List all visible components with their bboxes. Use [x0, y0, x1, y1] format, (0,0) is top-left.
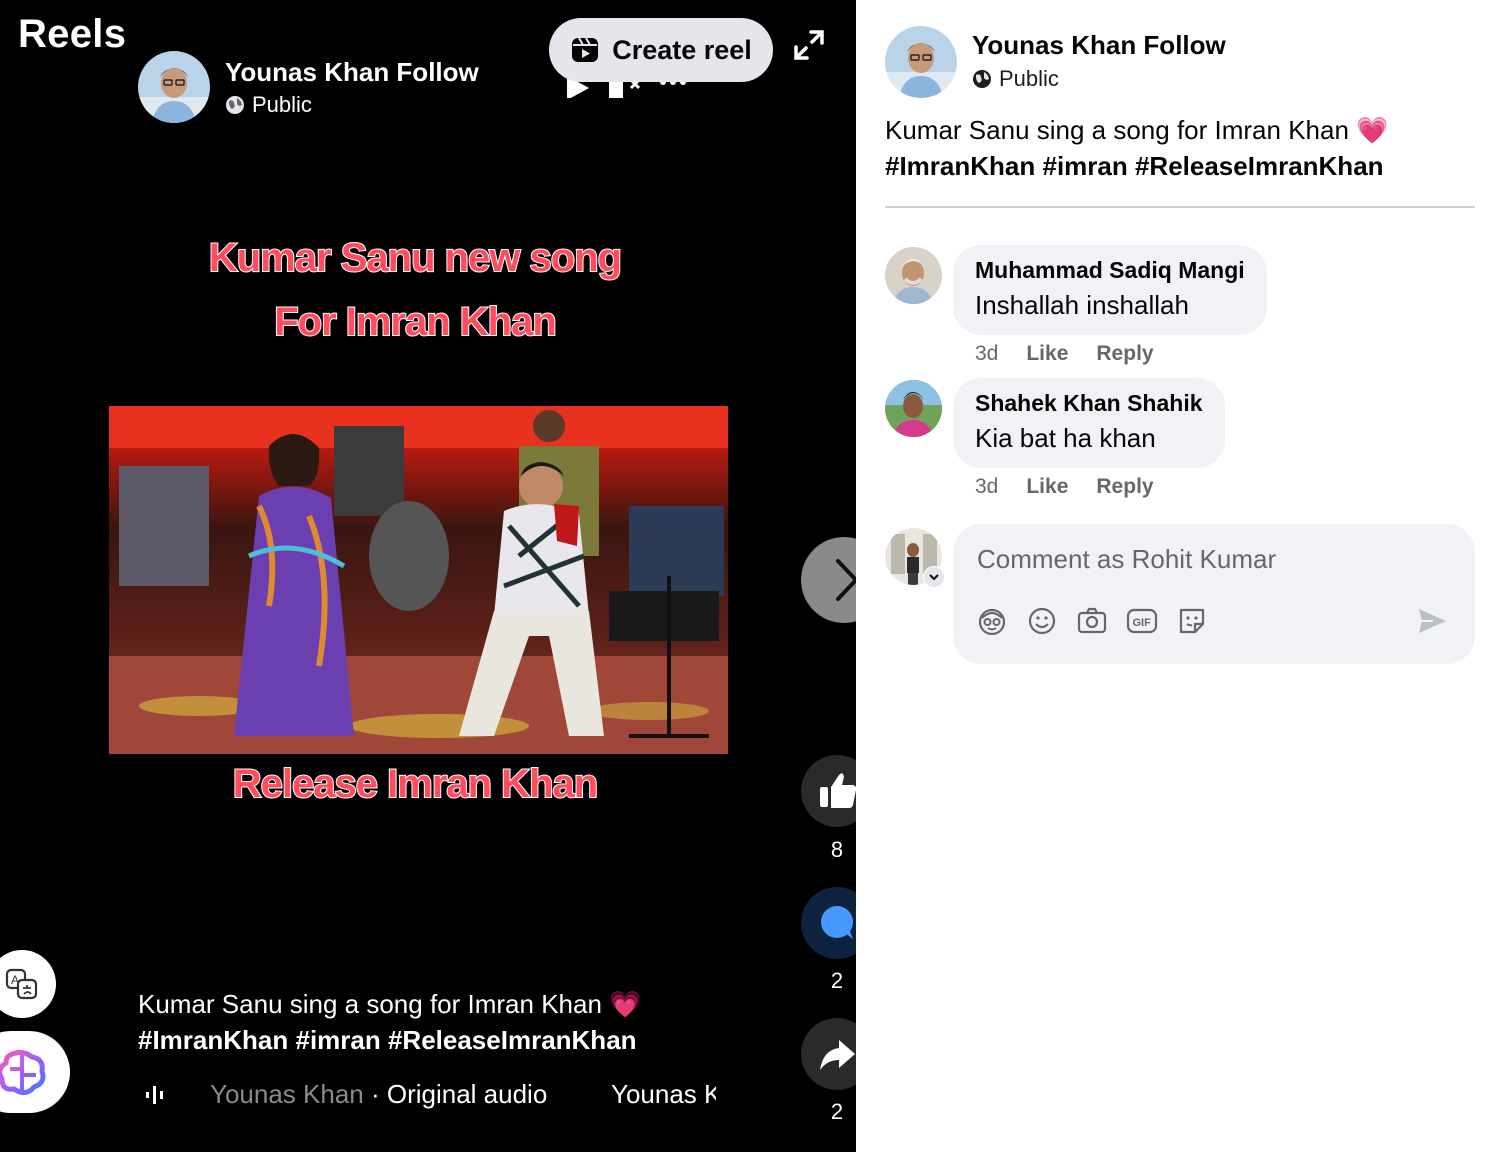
- panel-caption-text: Kumar Sanu sing a song for Imran Khan 💗: [885, 115, 1389, 145]
- commenter-avatar[interactable]: [885, 380, 942, 437]
- panel-author-avatar[interactable]: [885, 26, 957, 98]
- audio-bars-icon: [146, 1086, 163, 1104]
- commenter-name[interactable]: Muhammad Sadiq Mangi: [975, 257, 1245, 284]
- sticker-icon[interactable]: [1175, 604, 1209, 638]
- divider: [885, 206, 1475, 208]
- comments-panel: Younas Khan Follow Public Kumar Sanu sin…: [856, 0, 1498, 1152]
- send-icon[interactable]: [1415, 604, 1449, 638]
- author-avatar[interactable]: [138, 51, 210, 123]
- share-icon: [820, 1040, 855, 1070]
- comment-like-button[interactable]: Like: [1026, 342, 1068, 366]
- comment-count: 2: [830, 968, 844, 993]
- share-count: 2: [830, 1099, 844, 1124]
- panel-author-name[interactable]: Younas Khan Follow: [972, 30, 1226, 61]
- next-reel-button[interactable]: [801, 537, 856, 623]
- author-name[interactable]: Younas Khan Follow: [225, 57, 479, 88]
- camera-icon[interactable]: [1075, 604, 1109, 638]
- globe-icon: [225, 95, 245, 115]
- comment-time[interactable]: 3d: [975, 475, 998, 499]
- comment-button[interactable]: [801, 887, 856, 959]
- create-reel-label: Create reel: [612, 34, 752, 65]
- comment-reply-button[interactable]: Reply: [1096, 342, 1153, 366]
- comment-text: Inshallah inshallah: [975, 290, 1189, 320]
- reel-caption: Kumar Sanu sing a song for Imran Khan 💗 …: [138, 986, 778, 1058]
- commenter-avatar[interactable]: [885, 247, 942, 304]
- comment-composer: GIF: [953, 524, 1475, 664]
- brain-icon: [0, 1049, 46, 1095]
- gif-icon[interactable]: GIF: [1125, 604, 1159, 638]
- thumbs-up-icon: [820, 773, 856, 808]
- privacy-label: Public: [225, 92, 312, 118]
- translate-button[interactable]: A: [0, 950, 56, 1018]
- video-headline-line2: For Imran Khan: [273, 299, 558, 345]
- create-reel-button[interactable]: Create reel: [549, 18, 773, 82]
- svg-text:GIF: GIF: [1133, 617, 1152, 629]
- comment-actions: 3d Like Reply: [975, 475, 1154, 499]
- reel-icon: [572, 37, 599, 62]
- current-user-avatar[interactable]: [885, 528, 945, 588]
- chevron-right-icon: [836, 559, 856, 601]
- panel-privacy-label: Public: [972, 66, 1059, 92]
- audio-label: Younas Khan · Original audio: [210, 1079, 547, 1110]
- page-title: Reels: [18, 12, 127, 56]
- video-headline-line3: Release Imran Khan: [232, 761, 599, 807]
- audio-title: Original audio: [386, 1079, 548, 1109]
- emoji-icon[interactable]: [1025, 604, 1059, 638]
- video-headline-line1: Kumar Sanu new song: [208, 235, 623, 281]
- meta-ai-button[interactable]: [0, 1031, 70, 1113]
- like-button[interactable]: [801, 755, 856, 827]
- panel-caption-hashtags[interactable]: #ImranKhan #imran #ReleaseImranKhan: [885, 148, 1475, 184]
- audio-info[interactable]: Younas Khan · Original audio Younas K: [140, 1076, 716, 1116]
- like-count: 8: [830, 837, 844, 862]
- panel-privacy-text: Public: [999, 66, 1059, 91]
- reel-stage: Reels Younas Khan Follow Public Create r…: [0, 0, 856, 1152]
- globe-icon: [972, 69, 992, 89]
- caption-hashtags[interactable]: #ImranKhan #imran #ReleaseImranKhan: [138, 1022, 778, 1058]
- share-button[interactable]: [801, 1018, 856, 1090]
- comment-actions: 3d Like Reply: [975, 342, 1154, 366]
- audio-separator: ·: [363, 1079, 387, 1109]
- translate-icon: A: [5, 968, 38, 1000]
- comment-time[interactable]: 3d: [975, 342, 998, 366]
- comment-like-button[interactable]: Like: [1026, 475, 1068, 499]
- reel-video[interactable]: [109, 406, 728, 754]
- comment-bubble: Shahek Khan Shahik Kia bat ha khan: [953, 378, 1225, 468]
- comment-input[interactable]: [975, 540, 1419, 578]
- commenter-name[interactable]: Shahek Khan Shahik: [975, 390, 1203, 417]
- caption-text: Kumar Sanu sing a song for Imran Khan 💗: [138, 989, 642, 1019]
- privacy-text: Public: [252, 92, 312, 117]
- comment-icon: [821, 906, 853, 939]
- panel-caption: Kumar Sanu sing a song for Imran Khan 💗 …: [885, 112, 1475, 184]
- comment-reply-button[interactable]: Reply: [1096, 475, 1153, 499]
- audio-author: Younas Khan: [210, 1079, 364, 1109]
- expand-icon[interactable]: [792, 28, 826, 62]
- chevron-down-icon[interactable]: [923, 566, 945, 588]
- comment-text: Kia bat ha khan: [975, 423, 1156, 453]
- comment-bubble: Muhammad Sadiq Mangi Inshallah inshallah: [953, 245, 1267, 335]
- avatar-sticker-icon[interactable]: [975, 604, 1009, 638]
- audio-marquee-repeat: Younas K: [611, 1079, 716, 1109]
